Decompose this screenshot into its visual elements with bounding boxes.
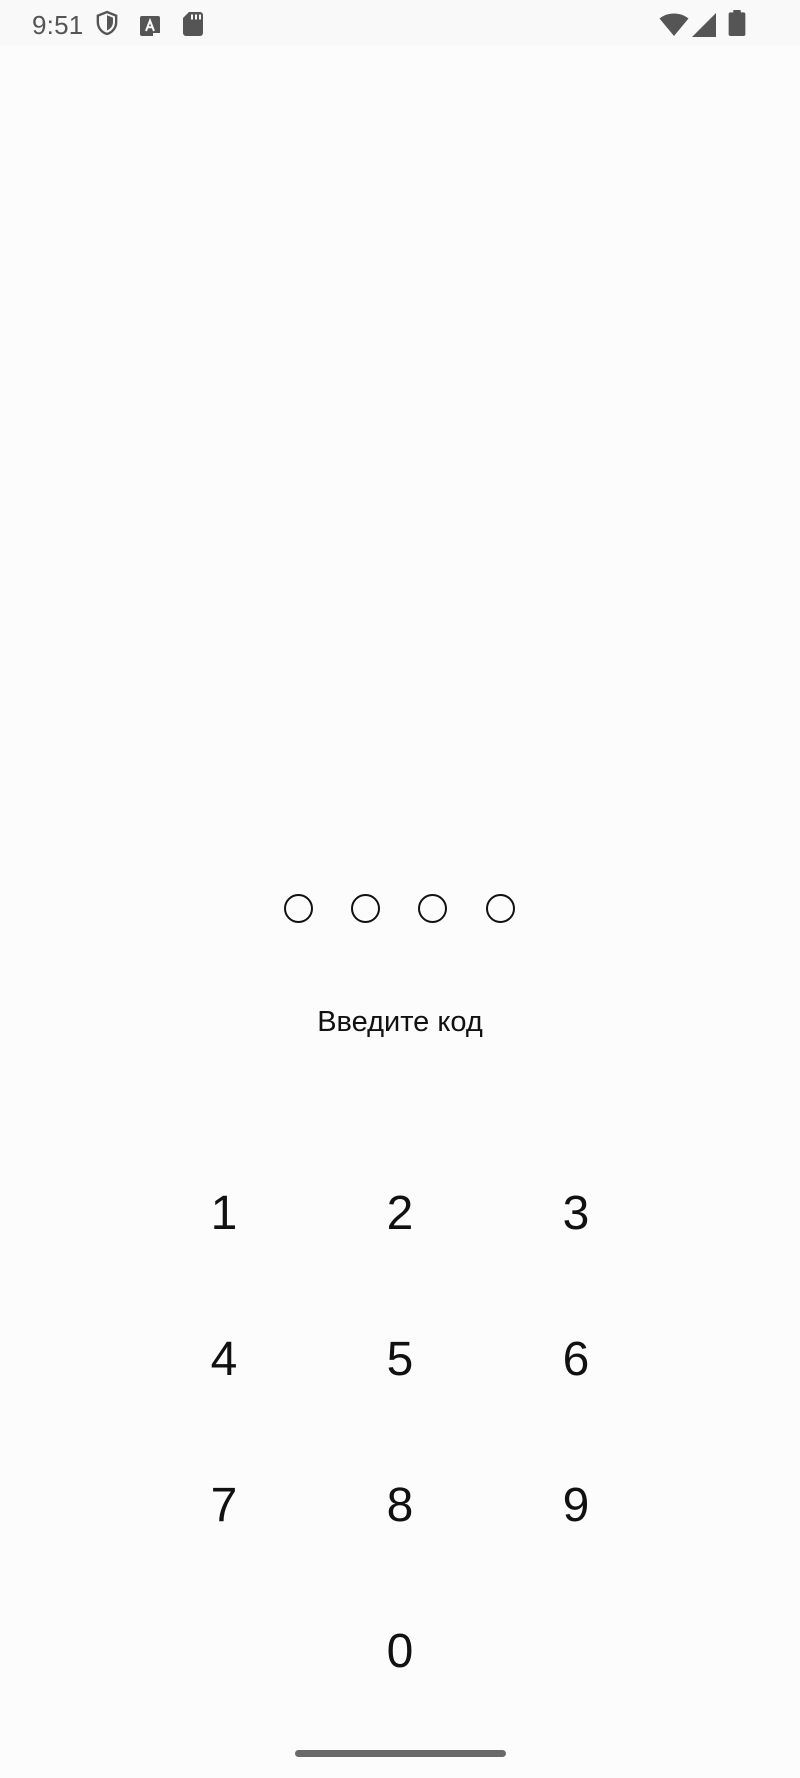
cell-signal-icon [692, 13, 716, 37]
pin-dot [284, 894, 313, 923]
enter-code-prompt: Введите код [317, 1006, 483, 1038]
keypad-key-7[interactable]: 7 [164, 1455, 284, 1555]
sd-card-icon [183, 12, 203, 36]
wifi-icon [659, 13, 689, 36]
home-indicator[interactable] [295, 1750, 506, 1757]
pin-dot [418, 894, 447, 923]
keypad-key-0[interactable]: 0 [340, 1601, 460, 1701]
shield-icon [96, 10, 118, 36]
keypad-key-2[interactable]: 2 [340, 1163, 460, 1263]
numeric-keypad: 1 2 3 4 5 6 7 8 9 0 [0, 0, 800, 1778]
pin-indicator [0, 894, 800, 926]
keypad-key-9[interactable]: 9 [516, 1455, 636, 1555]
status-bar: 9:51 [0, 0, 800, 46]
battery-icon [728, 10, 746, 36]
keypad-key-6[interactable]: 6 [516, 1309, 636, 1409]
pin-dot [486, 894, 515, 923]
status-time: 9:51 [32, 10, 84, 40]
keypad-key-8[interactable]: 8 [340, 1455, 460, 1555]
keypad-key-3[interactable]: 3 [516, 1163, 636, 1263]
pin-lock-screen: 9:51 Введите код 1 2 3 4 5 6 7 8 9 0 [0, 0, 800, 1778]
keypad-key-4[interactable]: 4 [164, 1309, 284, 1409]
keypad-key-5[interactable]: 5 [340, 1309, 460, 1409]
text-a-box-icon [140, 16, 160, 36]
keypad-key-1[interactable]: 1 [164, 1163, 284, 1263]
pin-dot [351, 894, 380, 923]
